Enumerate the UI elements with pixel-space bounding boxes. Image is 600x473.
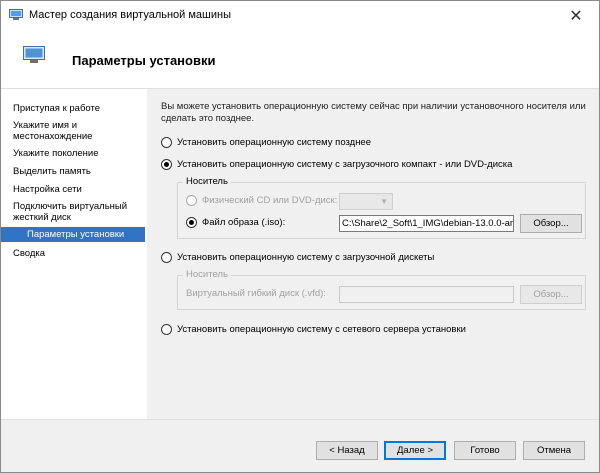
option-install-from-network[interactable]: Установить операционную систему с сетево… <box>161 324 466 335</box>
physical-drive-select[interactable]: ▼ <box>339 193 393 210</box>
option-install-later[interactable]: Установить операционную систему позднее <box>161 137 371 148</box>
option-install-from-cd-label: Установить операционную систему с загруз… <box>177 159 513 170</box>
cancel-button[interactable]: Отмена <box>523 441 585 460</box>
vfd-browse-button[interactable]: Обзор... <box>520 285 582 304</box>
title-bar: Мастер создания виртуальной машины ✕ <box>1 1 599 31</box>
wizard-steps-nav: Приступая к работе Укажите имя и местона… <box>1 89 147 419</box>
nav-step-installation-options[interactable]: Параметры установки <box>1 227 145 242</box>
nav-step-network[interactable]: Настройка сети <box>13 184 145 195</box>
vm-wizard-icon <box>9 9 23 20</box>
option-install-from-floppy-label: Установить операционную систему с загруз… <box>177 252 435 263</box>
radio-physical-drive[interactable] <box>186 195 197 206</box>
vfd-label: Виртуальный гибкий диск (.vfd): <box>186 288 326 299</box>
option-install-later-label: Установить операционную систему позднее <box>177 137 372 148</box>
radio-install-later[interactable] <box>161 137 172 148</box>
radio-install-from-network[interactable] <box>161 324 172 335</box>
intro-text: Вы можете установить операционную систем… <box>161 101 586 124</box>
floppy-media-group-title: Носитель <box>183 269 231 280</box>
iso-browse-button[interactable]: Обзор... <box>520 214 582 233</box>
cd-media-group: Носитель Физический CD или DVD-диск: ▼ Ф… <box>177 176 586 239</box>
nav-step-summary[interactable]: Сводка <box>13 248 145 259</box>
page-title: Параметры установки <box>72 53 216 68</box>
content-panel: Вы можете установить операционную систем… <box>147 89 599 419</box>
vfd-path-input[interactable] <box>339 286 514 303</box>
option-iso-file[interactable]: Файл образа (.iso): <box>186 217 285 228</box>
finish-button[interactable]: Готово <box>454 441 516 460</box>
back-button[interactable]: < Назад <box>316 441 378 460</box>
cd-media-group-title: Носитель <box>183 176 231 187</box>
floppy-media-group: Носитель Виртуальный гибкий диск (.vfd):… <box>177 269 586 310</box>
radio-install-from-floppy[interactable] <box>161 252 172 263</box>
wizard-window: Мастер создания виртуальной машины ✕ Пар… <box>0 0 600 473</box>
iso-path-input[interactable]: C:\Share\2_Soft\1_IMG\debian-13.0.0-amd6… <box>339 215 514 232</box>
nav-step-memory[interactable]: Выделить память <box>13 166 145 177</box>
option-install-from-network-label: Установить операционную систему с сетево… <box>177 324 466 335</box>
nav-step-getting-started[interactable]: Приступая к работе <box>13 103 145 114</box>
option-install-from-floppy[interactable]: Установить операционную систему с загруз… <box>161 252 434 263</box>
iso-file-label: Файл образа (.iso): <box>202 217 286 228</box>
nav-step-virtual-disk[interactable]: Подключить виртуальный жесткий диск <box>13 201 145 223</box>
close-button[interactable]: ✕ <box>553 1 599 31</box>
option-physical-drive[interactable]: Физический CD или DVD-диск: <box>186 195 337 206</box>
nav-step-generation[interactable]: Укажите поколение <box>13 148 145 159</box>
vm-monitor-icon <box>23 46 45 63</box>
wizard-header: Параметры установки <box>1 31 599 89</box>
radio-install-from-cd[interactable] <box>161 159 172 170</box>
window-title: Мастер создания виртуальной машины <box>29 9 231 21</box>
chevron-down-icon: ▼ <box>380 197 388 206</box>
option-install-from-cd[interactable]: Установить операционную систему с загруз… <box>161 159 512 170</box>
nav-step-name-location[interactable]: Укажите имя и местонахождение <box>13 120 145 142</box>
physical-drive-label: Физический CD или DVD-диск: <box>202 195 338 206</box>
wizard-footer: < Назад Далее > Готово Отмена <box>1 419 599 472</box>
footer-divider <box>1 419 599 420</box>
close-icon: ✕ <box>569 8 583 25</box>
radio-iso-file[interactable] <box>186 217 197 228</box>
next-button[interactable]: Далее > <box>384 441 446 460</box>
